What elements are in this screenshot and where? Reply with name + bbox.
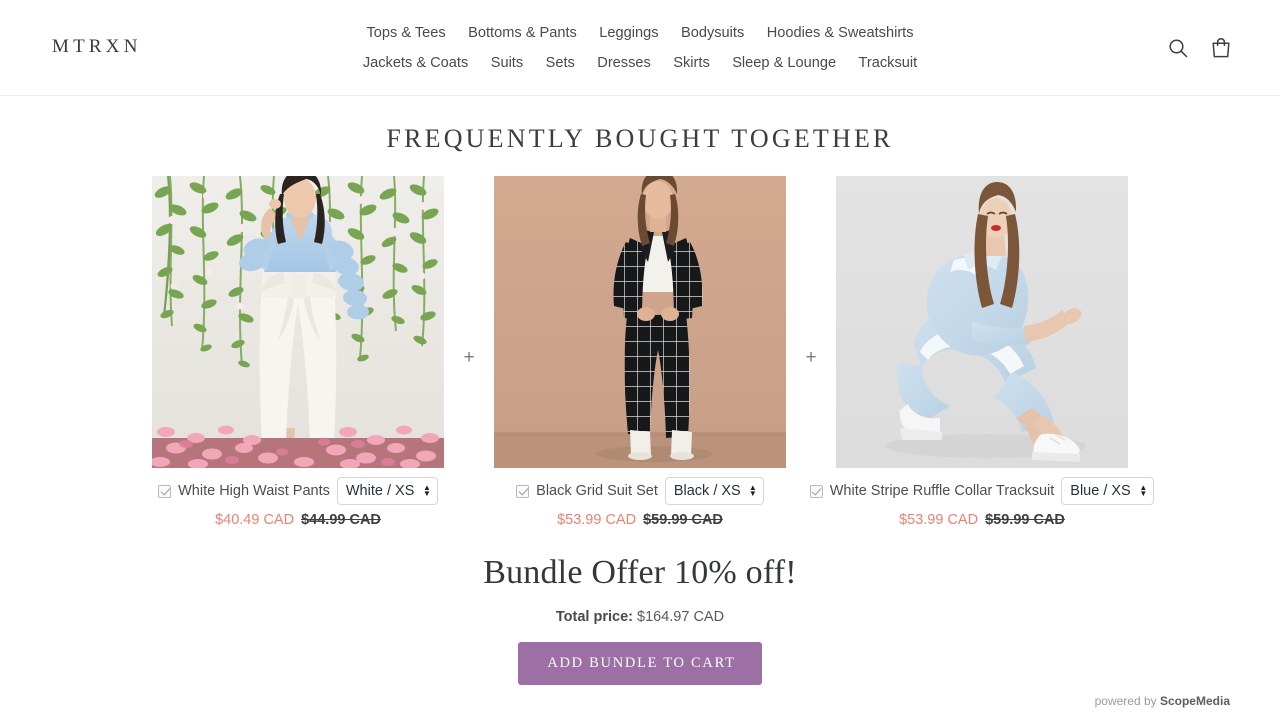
nav-item-hoodies-sweatshirts[interactable]: Hoodies & Sweatshirts xyxy=(767,18,914,48)
powered-by-prefix: powered by xyxy=(1094,694,1160,708)
product-original-price-1: $44.99 CAD xyxy=(301,512,381,529)
variant-select-wrap-3: Blue / XS ▲ ▼ xyxy=(1061,477,1155,506)
nav-item-sleep-lounge[interactable]: Sleep & Lounge xyxy=(732,48,836,78)
add-bundle-to-cart-button[interactable]: ADD BUNDLE TO CART xyxy=(518,642,762,686)
header-actions xyxy=(1167,36,1232,64)
product-image-white-stripe-ruffle-collar-tracksuit[interactable] xyxy=(836,176,1128,468)
product-checkbox-3[interactable] xyxy=(809,484,823,498)
nav-row-primary: Tops & Tees Bottoms & Pants Leggings Bod… xyxy=(320,18,960,48)
product-original-price-2: $59.99 CAD xyxy=(643,512,723,529)
shopping-bag-icon[interactable] xyxy=(1210,36,1232,64)
variant-select-wrap-2: Black / XS ▲ ▼ xyxy=(664,477,764,506)
nav-item-jackets-coats[interactable]: Jackets & Coats xyxy=(363,48,468,78)
variant-select-2[interactable]: Black / XS xyxy=(664,477,764,506)
product-original-price-3: $59.99 CAD xyxy=(985,512,1065,529)
bundle-product-1: White High Waist Pants White / XS ▲ ▼ $40… xyxy=(152,176,444,528)
search-icon[interactable] xyxy=(1167,37,1189,64)
product-checkbox-2[interactable] xyxy=(516,484,530,498)
product-image-white-high-waist-pants[interactable] xyxy=(152,176,444,468)
page-title: FREQUENTLY BOUGHT TOGETHER xyxy=(386,124,894,153)
powered-by-brand: ScopeMedia xyxy=(1159,694,1230,708)
nav-item-tracksuit[interactable]: Tracksuit xyxy=(859,48,918,78)
plus-separator-1: + xyxy=(463,347,475,368)
product-selection-row: Black Grid Suit Set Black / XS ▲ ▼ xyxy=(494,477,786,506)
product-prices-1: $40.49 CAD $44.99 CAD xyxy=(152,512,444,528)
total-price-label: Total price: xyxy=(555,609,633,626)
nav-item-sets[interactable]: Sets xyxy=(546,48,575,78)
nav-item-skirts[interactable]: Skirts xyxy=(673,48,709,78)
bundle-offer-headline: Bundle Offer 10% off! xyxy=(483,554,797,592)
product-selection-row: White High Waist Pants White / XS ▲ ▼ xyxy=(152,477,444,506)
product-title-2: Black Grid Suit Set xyxy=(536,482,658,499)
main-navigation: Tops & Tees Bottoms & Pants Leggings Bod… xyxy=(320,18,960,78)
plus-separator-2: + xyxy=(805,347,817,368)
nav-item-bottoms-pants[interactable]: Bottoms & Pants xyxy=(468,18,577,48)
product-image-black-grid-suit-set[interactable] xyxy=(494,176,786,468)
bundle-products-row: White High Waist Pants White / XS ▲ ▼ $40… xyxy=(0,176,1280,528)
powered-by-label: powered by ScopeMedia xyxy=(1095,694,1230,708)
total-price-value: $164.97 CAD xyxy=(637,609,725,626)
nav-row-secondary: Jackets & Coats Suits Sets Dresses Skirt… xyxy=(320,48,960,78)
cta-container: ADD BUNDLE TO CART xyxy=(0,642,1280,686)
variant-select-wrap-1: White / XS ▲ ▼ xyxy=(336,477,438,506)
nav-item-dresses[interactable]: Dresses xyxy=(597,48,651,78)
product-sale-price-2: $53.99 CAD xyxy=(557,512,637,529)
bundle-total-price: Total price: $164.97 CAD xyxy=(0,609,1280,625)
product-sale-price-1: $40.49 CAD xyxy=(215,512,295,529)
product-checkbox-1[interactable] xyxy=(158,484,172,498)
product-selection-row: White Stripe Ruffle Collar Tracksuit Blu… xyxy=(809,477,1155,506)
nav-item-leggings[interactable]: Leggings xyxy=(599,18,658,48)
product-prices-3: $53.99 CAD $59.99 CAD xyxy=(836,512,1128,528)
variant-select-1[interactable]: White / XS xyxy=(336,477,438,506)
site-header: MTRXN Tops & Tees Bottoms & Pants Leggin… xyxy=(0,0,1280,96)
product-prices-2: $53.99 CAD $59.99 CAD xyxy=(494,512,786,528)
product-title-3: White Stripe Ruffle Collar Tracksuit xyxy=(829,482,1055,499)
product-sale-price-3: $53.99 CAD xyxy=(899,512,979,529)
bundle-product-2: Black Grid Suit Set Black / XS ▲ ▼ $53.99… xyxy=(494,176,786,528)
variant-select-3[interactable]: Blue / XS xyxy=(1061,477,1155,506)
nav-item-tops-tees[interactable]: Tops & Tees xyxy=(366,18,445,48)
site-logo[interactable]: MTRXN xyxy=(52,36,142,58)
nav-item-suits[interactable]: Suits xyxy=(491,48,523,78)
bundle-product-3: White Stripe Ruffle Collar Tracksuit Blu… xyxy=(809,176,1155,528)
product-title-1: White High Waist Pants xyxy=(178,482,330,499)
nav-item-bodysuits[interactable]: Bodysuits xyxy=(681,18,744,48)
